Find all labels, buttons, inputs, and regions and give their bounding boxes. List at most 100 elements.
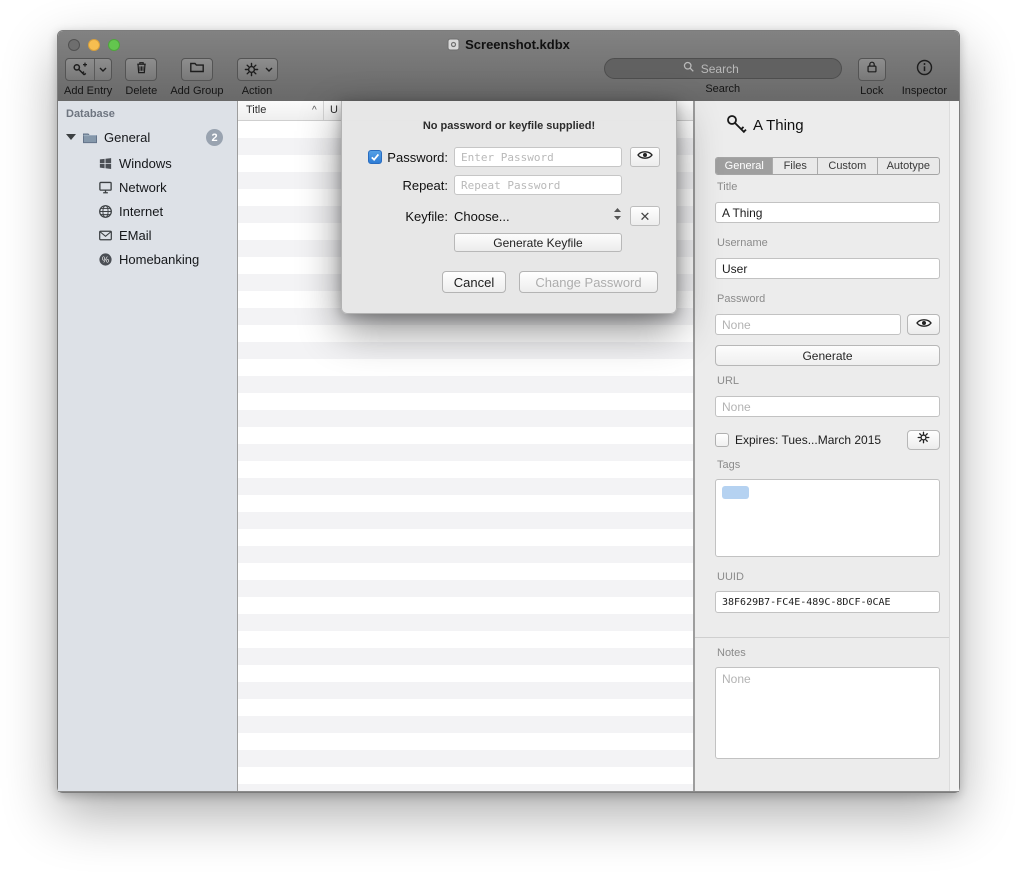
percent-coin-icon: % (98, 252, 113, 272)
toolbar-item-lock: Lock (858, 58, 886, 97)
url-label: URL (717, 375, 739, 387)
column-header-title[interactable]: Title (246, 104, 266, 116)
action-dropdown-chevron-icon (265, 59, 277, 80)
reveal-password-button[interactable] (630, 147, 660, 167)
sidebar-item-email[interactable]: EMail (58, 225, 237, 247)
add-group-button[interactable] (181, 58, 213, 81)
desktop: { "window": { "title": "Screenshot.kdbx"… (0, 0, 1016, 873)
generate-password-button[interactable]: Generate (715, 345, 940, 366)
title-field[interactable] (715, 202, 940, 223)
sidebar-item-label: General (104, 130, 150, 145)
password-field-label: Password: (387, 150, 448, 165)
folder-icon (189, 59, 205, 80)
sidebar-item-homebanking[interactable]: % Homebanking (58, 249, 237, 271)
svg-text:%: % (102, 255, 109, 264)
tab-general[interactable]: General (716, 158, 772, 174)
reveal-password-button[interactable] (907, 314, 940, 335)
sidebar-item-internet[interactable]: Internet (58, 201, 237, 223)
globe-icon (98, 204, 113, 224)
sidebar-item-windows[interactable]: Windows (58, 153, 237, 175)
toolbar-item-inspector: Inspector (902, 58, 947, 97)
inspector-toggle-button[interactable] (916, 58, 933, 81)
search-icon (683, 60, 695, 78)
delete-button[interactable] (125, 58, 157, 81)
sidebar-item-label: EMail (119, 228, 152, 243)
toolbar-item-add-entry: Add Entry (64, 58, 112, 97)
sidebar-item-network[interactable]: Network (58, 177, 237, 199)
search-field[interactable] (604, 58, 842, 79)
expires-checkbox[interactable] (715, 433, 729, 447)
network-icon (98, 180, 113, 200)
sidebar-item-label: Internet (119, 204, 163, 219)
toolbar-left: Add Entry Delete Add Group (64, 58, 291, 97)
uuid-field[interactable] (715, 591, 940, 613)
repeat-password-input[interactable] (454, 175, 622, 195)
tab-autotype[interactable]: Autotype (877, 158, 939, 174)
tab-custom[interactable]: Custom (817, 158, 876, 174)
expires-settings-button[interactable] (907, 430, 940, 450)
gear-icon (238, 59, 265, 80)
key-icon (725, 113, 749, 142)
tags-label: Tags (717, 459, 740, 471)
window-chrome: Screenshot.kdbx Add Entry (58, 31, 959, 102)
add-entry-button[interactable] (65, 58, 112, 81)
column-header-username[interactable]: U (330, 104, 338, 116)
add-entry-dropdown[interactable] (94, 59, 111, 80)
sidebar-section-header: Database (66, 108, 115, 120)
password-label: Password (717, 293, 765, 305)
sheet-message: No password or keyfile supplied! (342, 120, 676, 132)
lock-icon (865, 60, 879, 79)
info-icon (916, 59, 933, 81)
change-password-button[interactable]: Change Password (519, 271, 658, 293)
inspector-scrollbar[interactable] (949, 101, 959, 791)
enter-password-input[interactable] (454, 147, 622, 167)
expires-row: Expires: Tues...March 2015 (715, 430, 939, 450)
sidebar-item-label: Network (119, 180, 167, 195)
keyfile-popup[interactable]: Choose... (454, 206, 622, 226)
repeat-row: Repeat: (342, 174, 676, 196)
tag-chip[interactable] (722, 486, 749, 499)
username-field[interactable] (715, 258, 940, 279)
toolbar-item-search: Search (604, 58, 842, 95)
add-entry-label: Add Entry (64, 85, 112, 97)
stepper-icon (613, 207, 622, 226)
title-label: Title (717, 181, 737, 193)
close-x-icon: ✕ (640, 210, 651, 223)
notes-field[interactable] (715, 667, 940, 759)
username-label: Username (717, 237, 768, 249)
sidebar-item-label: Homebanking (119, 252, 199, 267)
lock-label: Lock (860, 85, 883, 97)
sidebar: Database General 2 Windows Network (58, 101, 238, 791)
lock-button[interactable] (858, 58, 886, 81)
tags-box[interactable] (715, 479, 940, 557)
uuid-label: UUID (717, 571, 744, 583)
cancel-button[interactable]: Cancel (442, 271, 506, 293)
keyfile-field-label: Keyfile: (405, 209, 448, 224)
action-button[interactable] (237, 58, 278, 81)
password-checkbox[interactable] (368, 150, 382, 164)
tab-files[interactable]: Files (772, 158, 817, 174)
gear-icon (917, 431, 930, 449)
search-input[interactable] (699, 61, 763, 77)
clear-keyfile-button[interactable]: ✕ (630, 206, 660, 226)
sidebar-item-general[interactable]: General 2 (58, 127, 237, 149)
envelope-icon (98, 228, 113, 248)
eye-icon (637, 148, 653, 166)
keyfile-row: Keyfile: Choose... ✕ (342, 205, 676, 227)
password-field[interactable] (715, 314, 901, 335)
url-field[interactable] (715, 396, 940, 417)
sidebar-item-label: Windows (119, 156, 172, 171)
app-window: Screenshot.kdbx Add Entry (57, 30, 960, 793)
password-change-sheet: No password or keyfile supplied! Passwor… (341, 101, 677, 314)
column-divider[interactable] (323, 101, 324, 120)
window-title: Screenshot.kdbx (58, 37, 959, 54)
expires-label: Expires: Tues...March 2015 (735, 433, 881, 447)
disclosure-triangle-icon[interactable] (66, 134, 76, 140)
inspector-tabs: General Files Custom Autotype (715, 157, 940, 175)
inspector-label: Inspector (902, 85, 947, 97)
entry-title: A Thing (753, 117, 804, 134)
generate-keyfile-button[interactable]: Generate Keyfile (454, 233, 622, 252)
group-folder-icon (82, 130, 98, 151)
check-icon (370, 152, 380, 162)
toolbar-item-add-group: Add Group (170, 58, 223, 97)
